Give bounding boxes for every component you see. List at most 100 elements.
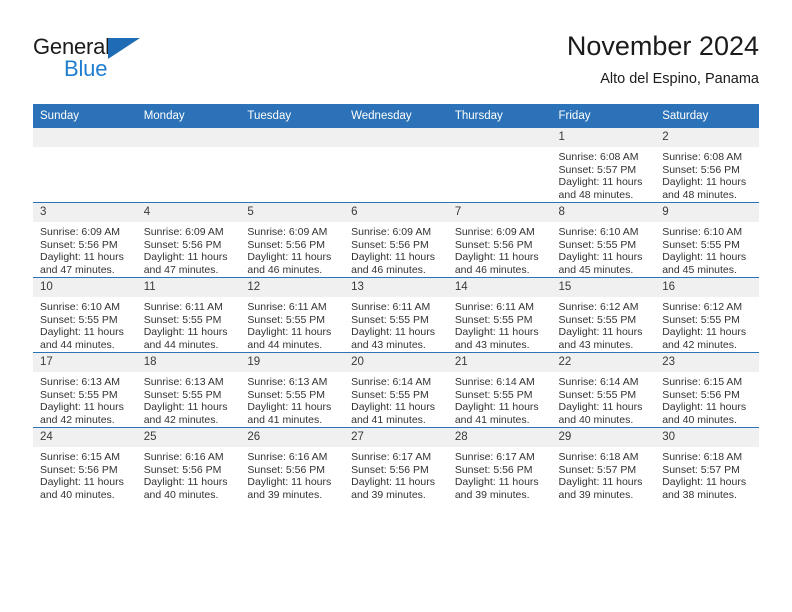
sunrise-text: Sunrise: 6:12 AM xyxy=(558,301,639,313)
daylight-text: Daylight: 11 hours and 39 minutes. xyxy=(351,476,435,501)
sunset-text: Sunset: 5:56 PM xyxy=(454,463,533,476)
day-sun-info: Sunrise: 6:09 AM Sunset: 5:56 PM Daylight:… xyxy=(33,222,137,276)
sunrise-text: Sunrise: 6:09 AM xyxy=(40,226,120,238)
calendar-day-cell[interactable]: 17 Sunrise: 6:13 AM Sunset: 5:55 PM Dayligh… xyxy=(33,352,137,428)
calendar-day-cell[interactable]: 14 Sunrise: 6:11 AM Sunset: 5:55 PM Dayligh… xyxy=(447,277,552,353)
day-number: 25 xyxy=(136,428,241,447)
calendar-day-cell[interactable]: 6 Sunrise: 6:09 AM Sunset: 5:56 PM Daylight… xyxy=(344,202,448,278)
sunrise-text: Sunrise: 6:12 AM xyxy=(662,301,743,313)
calendar-day-cell[interactable]: 13 Sunrise: 6:11 AM Sunset: 5:55 PM Dayligh… xyxy=(344,277,448,353)
calendar-day-cell[interactable]: 23 Sunrise: 6:15 AM Sunset: 5:56 PM Dayligh… xyxy=(655,352,759,428)
sunset-text: Sunset: 5:55 PM xyxy=(143,313,222,326)
calendar-day-cell[interactable]: 21 Sunrise: 6:14 AM Sunset: 5:55 PM Dayligh… xyxy=(447,352,552,428)
day-number: 19 xyxy=(240,353,345,372)
day-number: 7 xyxy=(447,203,552,222)
weekday-header-saturday: Saturday xyxy=(655,104,759,128)
daylight-text: Daylight: 11 hours and 40 minutes. xyxy=(558,401,643,426)
day-sun-info: Sunrise: 6:15 AM Sunset: 5:56 PM Daylight:… xyxy=(33,447,137,501)
calendar-day-cell[interactable]: 22 Sunrise: 6:14 AM Sunset: 5:55 PM Dayligh… xyxy=(551,352,656,428)
day-number: 3 xyxy=(33,203,137,222)
calendar-day-cell[interactable]: 7 Sunrise: 6:09 AM Sunset: 5:56 PM Daylight… xyxy=(447,202,552,278)
calendar-day-cell[interactable]: 20 Sunrise: 6:14 AM Sunset: 5:55 PM Dayligh… xyxy=(344,352,448,428)
calendar-day-cell[interactable]: 16 Sunrise: 6:12 AM Sunset: 5:55 PM Dayligh… xyxy=(655,277,759,353)
day-number xyxy=(447,128,552,147)
calendar-day-cell[interactable]: 1 Sunrise: 6:08 AM Sunset: 5:57 PM Daylight… xyxy=(551,127,656,203)
daylight-text: Daylight: 11 hours and 39 minutes. xyxy=(454,476,539,501)
calendar-day-cell[interactable]: 26 Sunrise: 6:16 AM Sunset: 5:56 PM Dayligh… xyxy=(240,427,345,502)
day-number xyxy=(136,128,241,147)
day-sun-info: Sunrise: 6:12 AM Sunset: 5:55 PM Daylight:… xyxy=(552,297,656,351)
sunrise-text: Sunrise: 6:09 AM xyxy=(454,226,535,238)
weekday-header-sunday: Sunday xyxy=(33,104,137,128)
daylight-text: Daylight: 11 hours and 41 minutes. xyxy=(351,401,435,426)
daylight-text: Daylight: 11 hours and 46 minutes. xyxy=(351,251,435,276)
calendar-day-cell[interactable]: 27 Sunrise: 6:17 AM Sunset: 5:56 PM Dayligh… xyxy=(344,427,448,502)
calendar-day-cell[interactable]: 11 Sunrise: 6:11 AM Sunset: 5:55 PM Dayligh… xyxy=(136,277,241,353)
sunset-text: Sunset: 5:55 PM xyxy=(454,388,533,401)
weekday-header-monday: Monday xyxy=(136,104,241,128)
calendar-day-cell[interactable]: 4 Sunrise: 6:09 AM Sunset: 5:56 PM Daylight… xyxy=(136,202,241,278)
sunrise-text: Sunrise: 6:10 AM xyxy=(40,301,120,313)
day-number: 2 xyxy=(655,128,759,147)
day-sun-info: Sunrise: 6:17 AM Sunset: 5:56 PM Daylight:… xyxy=(344,447,448,501)
sunrise-text: Sunrise: 6:14 AM xyxy=(558,376,639,388)
calendar-day-cell[interactable]: 18 Sunrise: 6:13 AM Sunset: 5:55 PM Dayligh… xyxy=(136,352,241,428)
weekday-header-wednesday: Wednesday xyxy=(344,104,448,128)
sunset-text: Sunset: 5:56 PM xyxy=(40,238,118,251)
day-number: 13 xyxy=(344,278,448,297)
calendar-day-cell[interactable]: 8 Sunrise: 6:10 AM Sunset: 5:55 PM Daylight… xyxy=(551,202,656,278)
weekday-header-friday: Friday xyxy=(551,104,656,128)
sunrise-text: Sunrise: 6:09 AM xyxy=(351,226,432,238)
calendar-day-cell[interactable]: 28 Sunrise: 6:17 AM Sunset: 5:56 PM Dayligh… xyxy=(447,427,552,502)
daylight-text: Daylight: 11 hours and 46 minutes. xyxy=(247,251,332,276)
calendar-day-cell[interactable]: 12 Sunrise: 6:11 AM Sunset: 5:55 PM Dayligh… xyxy=(240,277,345,353)
weekday-header-row: Sunday Monday Tuesday Wednesday Thursday… xyxy=(33,104,759,128)
sunrise-text: Sunrise: 6:13 AM xyxy=(40,376,120,388)
calendar-body: 1 Sunrise: 6:08 AM Sunset: 5:57 PM Daylight… xyxy=(33,127,759,502)
sunrise-text: Sunrise: 6:18 AM xyxy=(558,451,639,463)
day-sun-info: Sunrise: 6:09 AM Sunset: 5:56 PM Daylight:… xyxy=(137,222,241,276)
day-number: 12 xyxy=(240,278,345,297)
calendar-day-cell[interactable]: 15 Sunrise: 6:12 AM Sunset: 5:55 PM Dayligh… xyxy=(551,277,656,353)
sunrise-text: Sunrise: 6:08 AM xyxy=(662,151,743,163)
page-header: General Blue November 2024 Alto del Espi… xyxy=(33,30,759,100)
daylight-text: Daylight: 11 hours and 45 minutes. xyxy=(558,251,643,276)
day-sun-info: Sunrise: 6:11 AM Sunset: 5:55 PM Daylight:… xyxy=(448,297,552,351)
logo-triangle-icon xyxy=(108,38,140,59)
daylight-text: Daylight: 11 hours and 43 minutes. xyxy=(558,326,643,351)
calendar-day-cell[interactable]: 24 Sunrise: 6:15 AM Sunset: 5:56 PM Dayligh… xyxy=(33,427,137,502)
calendar-day-cell[interactable]: 2 Sunrise: 6:08 AM Sunset: 5:56 PM Daylight… xyxy=(655,127,759,203)
calendar-day-cell[interactable]: 3 Sunrise: 6:09 AM Sunset: 5:56 PM Daylight… xyxy=(33,202,137,278)
sunrise-text: Sunrise: 6:13 AM xyxy=(247,376,328,388)
day-sun-info: Sunrise: 6:11 AM Sunset: 5:55 PM Daylight:… xyxy=(240,297,344,351)
daylight-text: Daylight: 11 hours and 47 minutes. xyxy=(40,251,124,276)
calendar-day-cell[interactable]: 29 Sunrise: 6:18 AM Sunset: 5:57 PM Dayligh… xyxy=(551,427,656,502)
daylight-text: Daylight: 11 hours and 44 minutes. xyxy=(247,326,332,351)
sunrise-text: Sunrise: 6:09 AM xyxy=(247,226,328,238)
day-sun-info: Sunrise: 6:15 AM Sunset: 5:56 PM Daylight:… xyxy=(655,372,759,426)
calendar-day-cell[interactable]: 9 Sunrise: 6:10 AM Sunset: 5:55 PM Daylight… xyxy=(655,202,759,278)
daylight-text: Daylight: 11 hours and 40 minutes. xyxy=(662,401,747,426)
calendar-day-cell[interactable]: 30 Sunrise: 6:18 AM Sunset: 5:57 PM Dayligh… xyxy=(655,427,759,502)
daylight-text: Daylight: 11 hours and 48 minutes. xyxy=(558,176,643,201)
day-sun-info: Sunrise: 6:14 AM Sunset: 5:55 PM Daylight:… xyxy=(344,372,448,426)
sunrise-text: Sunrise: 6:18 AM xyxy=(662,451,743,463)
sunset-text: Sunset: 5:56 PM xyxy=(662,163,740,176)
calendar-day-cell[interactable]: 19 Sunrise: 6:13 AM Sunset: 5:55 PM Dayligh… xyxy=(240,352,345,428)
daylight-text: Daylight: 11 hours and 43 minutes. xyxy=(454,326,539,351)
calendar-day-cell[interactable]: 25 Sunrise: 6:16 AM Sunset: 5:56 PM Dayligh… xyxy=(136,427,241,502)
day-sun-info: Sunrise: 6:11 AM Sunset: 5:55 PM Daylight:… xyxy=(137,297,241,351)
day-sun-info: Sunrise: 6:09 AM Sunset: 5:56 PM Daylight:… xyxy=(240,222,344,276)
daylight-text: Daylight: 11 hours and 41 minutes. xyxy=(454,401,539,426)
day-number: 8 xyxy=(551,203,656,222)
sunrise-text: Sunrise: 6:16 AM xyxy=(247,451,328,463)
day-sun-info: Sunrise: 6:13 AM Sunset: 5:55 PM Daylight:… xyxy=(137,372,241,426)
calendar-day-cell[interactable]: 5 Sunrise: 6:09 AM Sunset: 5:56 PM Daylight… xyxy=(240,202,345,278)
daylight-text: Daylight: 11 hours and 44 minutes. xyxy=(40,326,124,351)
sunset-text: Sunset: 5:56 PM xyxy=(351,463,429,476)
sunrise-text: Sunrise: 6:17 AM xyxy=(454,451,535,463)
sunset-text: Sunset: 5:55 PM xyxy=(247,313,326,326)
calendar-day-cell[interactable]: 10 Sunrise: 6:10 AM Sunset: 5:55 PM Dayligh… xyxy=(33,277,137,353)
day-sun-info: Sunrise: 6:09 AM Sunset: 5:56 PM Daylight:… xyxy=(448,222,552,276)
day-number: 1 xyxy=(551,128,656,147)
